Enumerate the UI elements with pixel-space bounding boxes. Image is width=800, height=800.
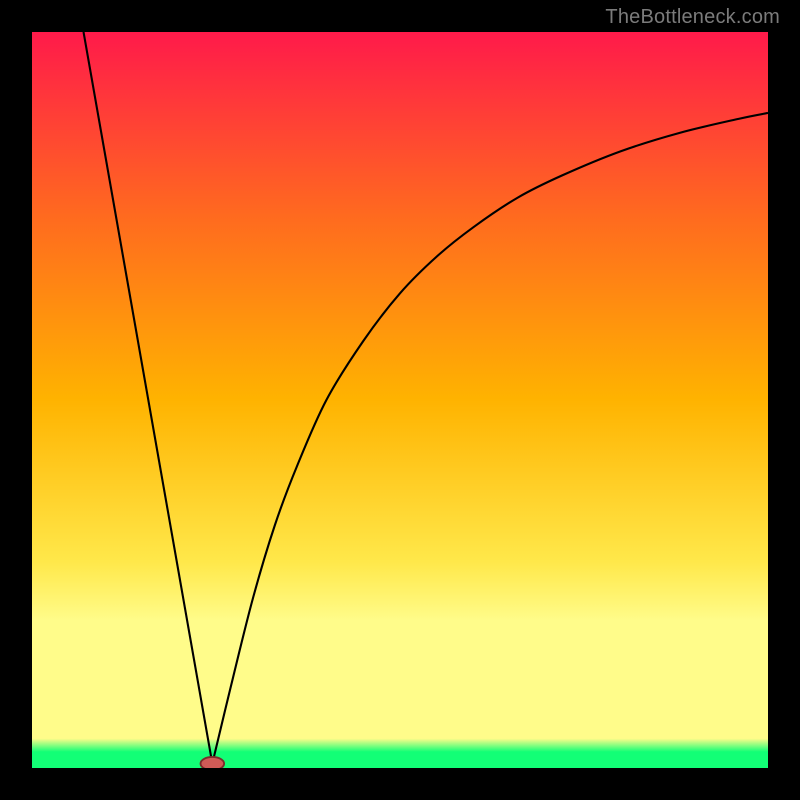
plot-area <box>32 32 768 768</box>
minimum-marker <box>201 757 225 768</box>
watermark-text: TheBottleneck.com <box>605 6 780 29</box>
gradient-background <box>32 32 768 768</box>
bottleneck-chart <box>32 32 768 768</box>
chart-frame: { "watermark": "TheBottleneck.com", "col… <box>0 0 800 800</box>
